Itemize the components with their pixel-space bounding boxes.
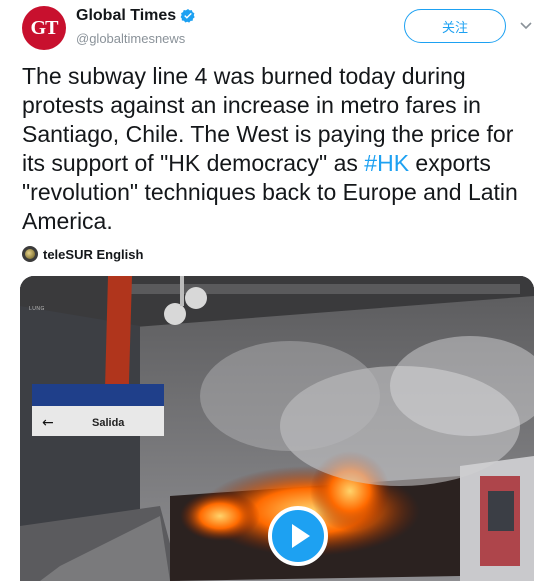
video-player[interactable]: ← LUNG Salida — [20, 276, 534, 581]
exit-sign-text: Salida — [92, 417, 125, 429]
source-name[interactable]: teleSUR English — [43, 247, 143, 262]
hashtag-link[interactable]: #HK — [364, 150, 409, 176]
avatar-logo-text: GT — [30, 16, 59, 39]
play-button-icon[interactable] — [268, 506, 328, 566]
arrow-left-icon: ← — [42, 415, 54, 431]
account-handle[interactable]: @globaltimesnews — [76, 31, 185, 46]
tweet-text: The subway line 4 was burned today durin… — [22, 62, 522, 236]
follow-button[interactable]: 关注 — [404, 9, 506, 43]
avatar[interactable]: GT — [22, 6, 66, 50]
tweet-header: GT Global Times @globaltimesnews 关注 — [0, 0, 550, 58]
video-corner-label: LUNG — [29, 306, 45, 312]
chevron-down-icon[interactable] — [519, 18, 533, 32]
media-source[interactable]: teleSUR English — [22, 246, 143, 262]
verified-badge-icon — [180, 9, 195, 23]
display-name[interactable]: Global Times — [76, 7, 176, 25]
name-row[interactable]: Global Times — [76, 7, 196, 25]
source-logo-icon — [22, 246, 38, 262]
